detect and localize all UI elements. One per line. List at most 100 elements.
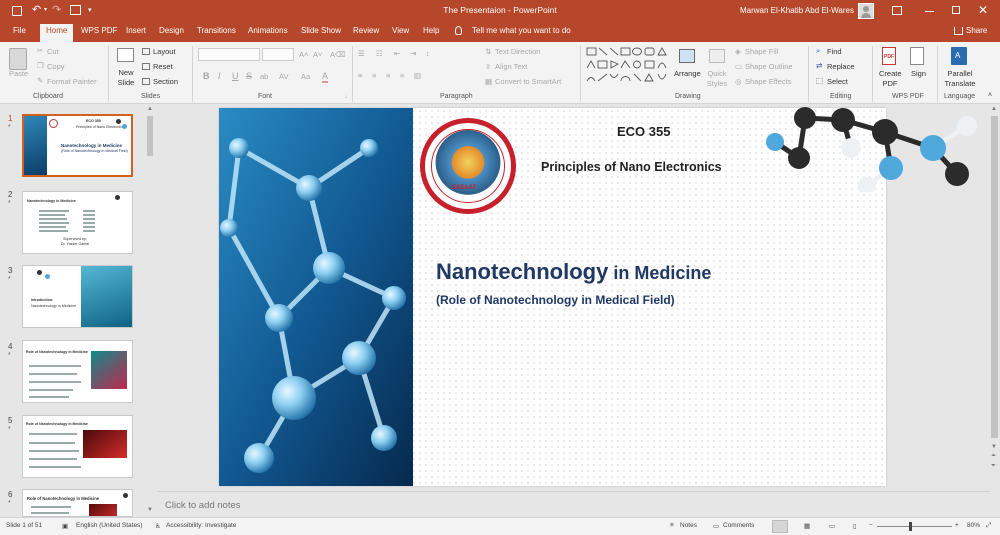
scroll-down-icon[interactable]: ▼ (991, 444, 997, 450)
shape-effects-button[interactable]: Shape Effects (745, 77, 792, 86)
paste-button[interactable]: Paste (9, 69, 28, 78)
shapes-gallery[interactable] (585, 46, 671, 88)
notes-button[interactable]: Notes (680, 522, 697, 529)
zoom-slider-track[interactable] (877, 526, 952, 527)
start-from-beginning-icon[interactable] (70, 5, 81, 15)
slide-thumbnail-1[interactable]: ECO 355 Principles of Nano Electronics N… (22, 114, 133, 177)
tell-me-search[interactable]: Tell me what you want to do (472, 26, 571, 35)
align-left-icon[interactable]: ≡ (358, 71, 362, 80)
zoom-in-icon[interactable]: + (955, 522, 959, 529)
comments-icon[interactable]: ▭ (713, 522, 719, 530)
underline-button[interactable]: U (232, 71, 239, 81)
share-button[interactable]: Share (966, 26, 987, 35)
customize-toolbar-icon[interactable]: ▾ (88, 6, 92, 14)
copy-icon[interactable]: ❐ (37, 61, 44, 70)
zoom-level[interactable]: 80% (967, 522, 980, 529)
find-button[interactable]: Find (827, 47, 842, 56)
next-slide-icon[interactable]: ⏷ (991, 463, 996, 470)
slide-thumbnail-2[interactable]: Nanotechnology in Medicine Supervised by… (22, 191, 133, 254)
quick-styles-button[interactable]: Quick Styles (704, 69, 730, 89)
notes-icon[interactable]: ≡ (670, 522, 674, 529)
scroll-up-icon[interactable]: ▲ (147, 106, 153, 112)
layout-button[interactable]: Layout (153, 47, 176, 56)
slide-show-icon[interactable]: ▯ (853, 522, 857, 530)
tab-file[interactable]: File (13, 26, 26, 35)
collapse-ribbon-icon[interactable]: ˄ (988, 92, 992, 99)
align-right-icon[interactable]: ≡ (386, 71, 390, 80)
increase-indent-icon[interactable]: ⇥ (410, 49, 416, 58)
bold-button[interactable]: B (203, 71, 210, 81)
format-painter-icon[interactable]: ✎ (37, 76, 43, 85)
reading-view-icon[interactable]: ▭ (829, 522, 835, 530)
replace-button[interactable]: Replace (827, 62, 855, 71)
accessibility-icon[interactable]: ♿ (155, 522, 161, 530)
accessibility-status[interactable]: Accessibility: Investigate (166, 522, 236, 529)
line-spacing-icon[interactable]: ↕ (426, 49, 430, 58)
change-case-button[interactable]: Aa (301, 72, 310, 81)
slide-thumbnail-6[interactable]: Role of Nanotechnology in Medicine (22, 489, 133, 517)
shape-outline-button[interactable]: Shape Outline (745, 62, 793, 71)
avatar[interactable] (858, 3, 874, 19)
decrease-font-size-icon[interactable]: A˅ (313, 50, 322, 59)
scroll-down-icon[interactable]: ▼ (147, 507, 153, 513)
zoom-slider-thumb[interactable] (909, 522, 912, 531)
scroll-up-icon[interactable]: ▲ (991, 106, 997, 112)
tab-wps-pdf[interactable]: WPS PDF (81, 26, 117, 35)
course-title[interactable]: Principles of Nano Electronics (541, 160, 722, 174)
bullets-icon[interactable]: ☰ (358, 49, 365, 58)
create-pdf-button[interactable]: Create PDF (879, 69, 902, 89)
tab-slide-show[interactable]: Slide Show (301, 26, 341, 35)
ribbon-display-options-icon[interactable] (892, 6, 902, 15)
slide-subtitle[interactable]: (Role of Nanotechnology in Medical Field… (436, 293, 675, 307)
restore-icon[interactable] (952, 6, 960, 14)
convert-to-smartart-button[interactable]: Convert to SmartArt (495, 77, 561, 86)
font-size-dropdown[interactable] (262, 48, 294, 61)
previous-slide-icon[interactable]: ⏶ (991, 453, 996, 460)
font-dialog-launcher-icon[interactable]: ⌟ (344, 92, 347, 99)
text-direction-button[interactable]: Text Direction (495, 47, 540, 56)
slide-thumbnail-3[interactable]: Introduction: Nanotechnology in Medicine (22, 265, 133, 328)
align-center-icon[interactable]: ≡ (372, 71, 376, 80)
new-slide-button[interactable]: New Slide (113, 68, 139, 88)
character-spacing-button[interactable]: AV (279, 72, 288, 81)
new-slide-icon[interactable] (117, 48, 134, 62)
redo-icon[interactable]: ↷ (52, 3, 61, 16)
clear-formatting-icon[interactable]: A⌫ (330, 50, 346, 59)
spelling-icon[interactable]: ▣ (62, 522, 68, 530)
copy-button[interactable]: Copy (47, 62, 65, 71)
cut-button[interactable]: Cut (47, 47, 59, 56)
font-color-button[interactable]: A (322, 71, 329, 83)
format-painter-button[interactable]: Format Painter (47, 77, 97, 86)
font-name-dropdown[interactable] (198, 48, 260, 61)
editor-scrollbar-thumb[interactable] (991, 116, 998, 438)
fit-slide-icon[interactable]: ⤢ (986, 522, 991, 530)
comments-button[interactable]: Comments (723, 522, 754, 529)
language-status[interactable]: English (United States) (76, 522, 142, 529)
numbering-icon[interactable]: ☷ (376, 49, 383, 58)
sign-button[interactable]: Sign (911, 69, 926, 78)
zoom-out-icon[interactable]: − (869, 522, 873, 529)
slide-title[interactable]: Nanotechnology in Medicine (436, 259, 711, 285)
tab-help[interactable]: Help (423, 26, 439, 35)
share-icon[interactable] (954, 27, 963, 35)
undo-dropdown-icon[interactable]: ▾ (44, 6, 47, 13)
thumbnail-scrollbar[interactable] (145, 104, 155, 517)
paste-icon[interactable] (9, 48, 27, 70)
tab-design[interactable]: Design (159, 26, 184, 35)
notes-placeholder[interactable]: Click to add notes (165, 500, 241, 511)
parallel-translate-button[interactable]: Parallel Translate (942, 69, 978, 89)
increase-font-size-icon[interactable]: A˄ (299, 50, 308, 59)
slide-counter[interactable]: Slide 1 of 51 (6, 522, 42, 529)
notes-divider[interactable] (157, 491, 990, 492)
align-text-button[interactable]: Align Text (495, 62, 527, 71)
decrease-indent-icon[interactable]: ⇤ (394, 49, 400, 58)
arrange-button[interactable]: Arrange (674, 69, 701, 78)
thumbnail-scrollbar-thumb[interactable] (147, 116, 153, 156)
close-icon[interactable]: ✕ (978, 3, 988, 17)
shape-fill-button[interactable]: Shape Fill (745, 47, 778, 56)
undo-icon[interactable]: ↶ (32, 3, 41, 16)
italic-button[interactable]: I (218, 71, 221, 81)
tab-view[interactable]: View (392, 26, 409, 35)
normal-view-icon[interactable] (772, 520, 788, 533)
user-name[interactable]: Marwan El-Khatib Abd El-Wares (740, 6, 854, 15)
